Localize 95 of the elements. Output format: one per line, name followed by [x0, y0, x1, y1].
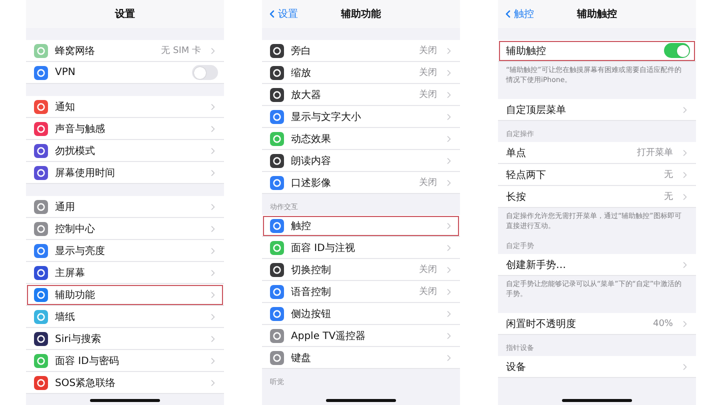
- home-indicator: [90, 399, 160, 402]
- settings-row[interactable]: 辅助触控: [498, 40, 696, 62]
- settings-row[interactable]: 声音与触感: [26, 118, 224, 140]
- row-label: SOS紧急联络: [55, 376, 117, 390]
- row-label: 设备: [506, 360, 527, 374]
- row-value: 关闭: [419, 44, 437, 57]
- settings-row[interactable]: 闲置时不透明度 40%: [498, 313, 696, 335]
- row-label: 切换控制: [291, 264, 332, 276]
- row-label: 闲置时不透明度: [506, 318, 577, 330]
- row-label: 控制中心: [55, 222, 96, 236]
- row-label: 语音控制: [291, 286, 332, 298]
- screen-title: 辅助触控: [577, 8, 617, 21]
- row-label: 显示与亮度: [55, 244, 106, 258]
- row-value: 无: [664, 169, 673, 181]
- settings-row[interactable]: 显示与亮度: [26, 240, 224, 262]
- row-label: 轻点两下: [506, 168, 547, 182]
- row-label: 自定顶层菜单: [506, 104, 567, 116]
- settings-row[interactable]: 放大器 关闭: [262, 84, 460, 106]
- settings-row[interactable]: 单点 打开菜单: [498, 142, 696, 164]
- row-value: 关闭: [419, 264, 437, 276]
- row-value: 关闭: [419, 88, 437, 101]
- settings-row[interactable]: 动态效果: [262, 128, 460, 150]
- row-label: 创建新手势…: [506, 258, 567, 272]
- settings-row[interactable]: 朗读内容: [262, 150, 460, 172]
- settings-row[interactable]: 键盘: [262, 347, 460, 369]
- row-label: 屏幕使用时间: [55, 166, 116, 180]
- settings-row[interactable]: 长按 无: [498, 186, 696, 208]
- settings-row[interactable]: 勿扰模式: [26, 140, 224, 162]
- settings-row[interactable]: 通知: [26, 96, 224, 118]
- row-value: 关闭: [419, 176, 437, 189]
- home-indicator: [326, 399, 396, 402]
- row-label: 通知: [55, 100, 76, 114]
- row-label: Apple TV遥控器: [291, 330, 367, 342]
- row-label: Siri与搜索: [55, 332, 102, 346]
- settings-row[interactable]: 蜂窝网络 无 SIM 卡: [26, 40, 224, 62]
- settings-row[interactable]: 面容 ID与密码: [26, 350, 224, 372]
- back-button[interactable]: 触控: [502, 7, 534, 21]
- settings-row[interactable]: 轻点两下 无: [498, 164, 696, 186]
- row-label: 墙纸: [55, 310, 76, 324]
- row-label: 侧边按钮: [291, 308, 332, 320]
- settings-row[interactable]: Siri与搜索: [26, 328, 224, 350]
- row-label: 辅助功能: [55, 288, 96, 302]
- settings-row[interactable]: 切换控制 关闭: [262, 259, 460, 281]
- screen-title: 辅助功能: [341, 8, 381, 21]
- row-label: 辅助触控: [506, 44, 547, 58]
- settings-row[interactable]: 缩放 关闭: [262, 62, 460, 84]
- settings-row[interactable]: 主屏幕: [26, 262, 224, 284]
- settings-row[interactable]: 辅助功能: [26, 284, 224, 306]
- row-label: 键盘: [291, 352, 312, 364]
- home-indicator: [562, 399, 632, 402]
- settings-row[interactable]: Apple TV遥控器: [262, 325, 460, 347]
- settings-row[interactable]: 自定顶层菜单: [498, 99, 696, 121]
- settings-row[interactable]: 显示与文字大小: [262, 106, 460, 128]
- row-value: 关闭: [419, 286, 437, 298]
- screen-title: 设置: [115, 8, 135, 21]
- row-label: 面容 ID与密码: [55, 354, 120, 368]
- row-value: 关闭: [419, 66, 437, 79]
- row-label: 朗读内容: [291, 154, 332, 168]
- row-label: 口述影像: [291, 176, 332, 190]
- settings-row[interactable]: 触控: [262, 215, 460, 237]
- settings-row[interactable]: VPN: [26, 62, 224, 84]
- settings-row[interactable]: 创建新手势…: [498, 254, 696, 276]
- row-value: 40%: [652, 318, 673, 328]
- row-label: 主屏幕: [55, 266, 86, 280]
- settings-row[interactable]: 口述影像 关闭: [262, 172, 460, 194]
- settings-row[interactable]: 控制中心: [26, 218, 224, 240]
- row-label: 通用: [55, 200, 76, 214]
- settings-row[interactable]: SOS紧急联络: [26, 372, 224, 394]
- settings-row[interactable]: 墙纸: [26, 306, 224, 328]
- settings-row[interactable]: 通用: [26, 196, 224, 218]
- row-value: 无: [664, 191, 673, 203]
- back-button[interactable]: 设置: [266, 7, 298, 21]
- row-label: 长按: [506, 190, 527, 204]
- row-label: 触控: [291, 220, 312, 232]
- row-label: 声音与触感: [55, 122, 106, 136]
- settings-row[interactable]: 侧边按钮: [262, 303, 460, 325]
- row-label: 勿扰模式: [55, 144, 96, 158]
- row-label: 显示与文字大小: [291, 110, 362, 124]
- row-label: 动态效果: [291, 132, 332, 146]
- row-label: 缩放: [291, 66, 312, 80]
- row-value: 打开菜单: [637, 146, 673, 159]
- row-value: 无 SIM 卡: [161, 44, 201, 57]
- row-label: 旁白: [291, 44, 312, 58]
- settings-row[interactable]: 设备: [498, 356, 696, 378]
- settings-row[interactable]: 语音控制 关闭: [262, 281, 460, 303]
- row-label: 面容 ID与注视: [291, 242, 356, 254]
- row-label: 单点: [506, 146, 527, 160]
- settings-row[interactable]: 旁白 关闭: [262, 40, 460, 62]
- row-label: 蜂窝网络: [55, 44, 96, 58]
- settings-row[interactable]: 屏幕使用时间: [26, 162, 224, 184]
- row-label: 放大器: [291, 88, 322, 102]
- toggle-switch[interactable]: [192, 65, 218, 80]
- row-label: VPN: [55, 67, 76, 78]
- toggle-switch[interactable]: [664, 43, 690, 58]
- settings-row[interactable]: 面容 ID与注视: [262, 237, 460, 259]
